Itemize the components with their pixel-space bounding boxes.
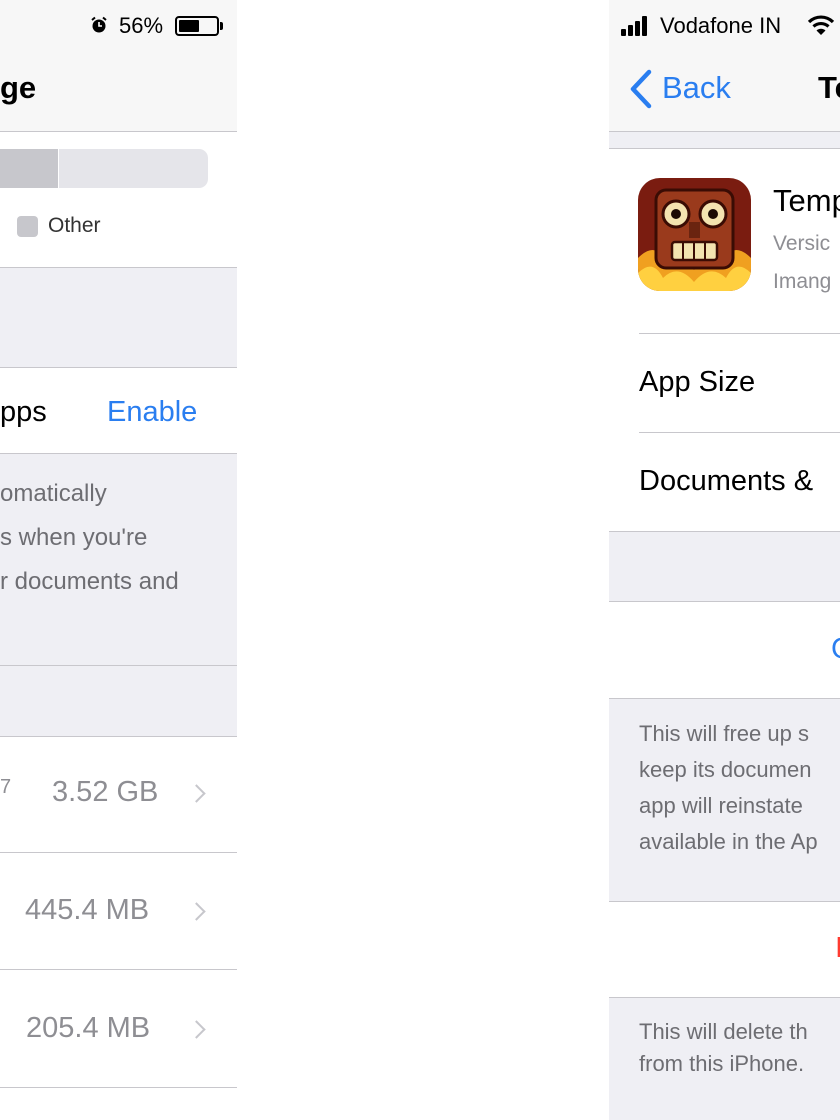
delete-app-button-label[interactable]: I bbox=[835, 932, 840, 965]
nav-title: Te bbox=[818, 70, 840, 105]
description-line: s when you're bbox=[0, 524, 148, 551]
legend-label-other: Other bbox=[48, 214, 101, 237]
app-version: Versic bbox=[773, 232, 831, 255]
delete-description-line: from this iPhone. bbox=[639, 1051, 805, 1076]
carrier-name: Vodafone IN bbox=[660, 13, 782, 38]
battery-percent: 56% bbox=[119, 13, 164, 38]
temple-idol-icon bbox=[638, 178, 751, 291]
section-gap bbox=[609, 531, 840, 602]
offload-apps-title: pps bbox=[0, 396, 47, 428]
back-button[interactable]: Back bbox=[662, 70, 731, 106]
offload-description-line: available in the Ap bbox=[639, 829, 818, 854]
signal-bars-icon bbox=[621, 16, 655, 36]
battery-icon bbox=[175, 16, 219, 36]
section-gap bbox=[0, 267, 237, 368]
offload-app-button[interactable] bbox=[609, 601, 840, 698]
app-detail-screen: Vodafone IN Back Te Temp Versic Imang Ap… bbox=[609, 0, 840, 1120]
app-size: 445.4 MB bbox=[25, 894, 150, 926]
storage-bar-used bbox=[0, 149, 58, 188]
wifi-icon bbox=[807, 14, 835, 36]
delete-app-button[interactable] bbox=[609, 901, 840, 997]
back-chevron-icon[interactable] bbox=[627, 69, 655, 109]
section-gap bbox=[609, 132, 840, 149]
nav-title: ge bbox=[0, 70, 37, 105]
alarm-clock-icon bbox=[90, 16, 108, 34]
enable-offload-button[interactable]: Enable bbox=[107, 396, 197, 429]
battery-tip bbox=[220, 22, 223, 30]
documents-data-label: Documents & bbox=[639, 465, 814, 497]
description-line: r documents and bbox=[0, 568, 179, 595]
app-name: Temp bbox=[773, 183, 840, 218]
app-developer: Imang bbox=[773, 270, 832, 293]
offload-app-button-label[interactable]: C bbox=[831, 633, 840, 666]
legend-swatch-other bbox=[17, 216, 38, 237]
description-line: omatically bbox=[0, 480, 107, 507]
app-size: 3.52 GB bbox=[52, 776, 159, 808]
app-size: 205.4 MB bbox=[26, 1012, 151, 1044]
iphone-storage-screen: 56% ge Other pps Enable omatically s whe… bbox=[0, 0, 237, 1120]
app-size-label: App Size bbox=[639, 366, 756, 398]
storage-bar-free bbox=[59, 149, 208, 188]
app-subtitle: 7 bbox=[0, 776, 12, 798]
